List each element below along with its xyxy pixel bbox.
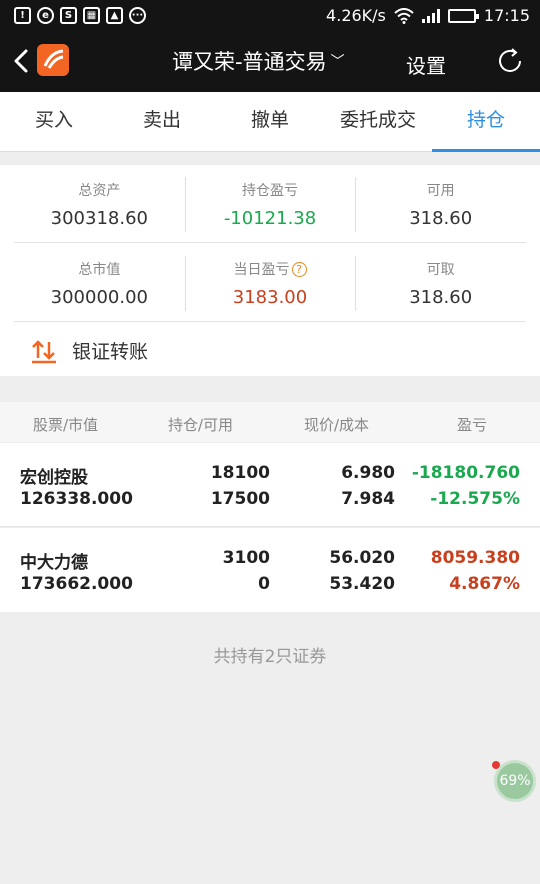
withdrawable-value: 318.60 [409,287,473,308]
wifi-icon [394,7,414,24]
back-icon[interactable] [12,48,30,74]
col-price-cost: 现价/成本 [304,416,370,434]
stock-pnl-pct: -12.575% [430,489,520,509]
bank-transfer-button[interactable]: 银证转账 [30,337,148,364]
battery-icon [447,8,479,23]
stock-position: 18100 [210,463,270,483]
image-icon: ▲ [106,7,123,24]
withdrawable-label: 可取 [426,262,455,278]
table-row[interactable]: 宏创控股 126338.000 18100 17500 6.980 7.984 … [0,443,540,527]
available-funds: 可用 318.60 [355,165,526,242]
help-icon[interactable]: ? [291,262,307,277]
table-row[interactable]: 中大力德 173662.000 3100 0 56.020 53.420 805… [0,528,540,612]
stock-price: 56.020 [329,548,395,568]
daily-pnl-value: 3183.00 [232,287,308,308]
position-pnl: 持仓盈亏 -10121.38 [184,165,356,242]
available-value: 318.60 [409,208,473,229]
stock-position: 3100 [222,548,270,568]
stock-price: 6.980 [341,463,395,483]
alert-icon: ! [14,7,31,24]
chevron-down-icon: ﹀ [330,54,345,70]
stock-pnl: 8059.380 [430,548,520,568]
stock-pnl: -18180.760 [411,463,520,483]
tab-positions[interactable]: 持仓 [432,92,540,152]
market-value: 总市值 300000.00 [14,244,185,321]
sync-icon: e [37,7,54,24]
tab-cancel-order[interactable]: 撤单 [216,92,324,151]
s-app-icon: S [60,7,77,24]
col-stock: 股票/市值 [33,416,99,434]
page-title: 谭又荣-普通交易 [172,50,327,74]
col-pnl: 盈亏 [457,416,488,434]
grid-app-icon: ▦ [83,7,100,24]
position-pnl-label: 持仓盈亏 [242,183,298,199]
stock-cost: 7.984 [341,489,395,509]
app-header: 谭又荣-普通交易 ﹀ 设置 [0,32,540,92]
account-selector[interactable]: 谭又荣-普通交易 ﹀ [172,46,345,76]
stock-market-value: 173662.000 [20,574,133,594]
refresh-icon[interactable] [495,46,525,76]
withdrawable-funds: 可取 318.60 [355,244,526,321]
market-value-value: 300000.00 [50,287,148,308]
account-summary: 总资产 300318.60 持仓盈亏 -10121.38 可用 318.60 总… [0,165,540,376]
total-assets: 总资产 300318.60 [14,165,185,242]
available-label: 可用 [426,183,455,199]
bank-transfer-label: 银证转账 [72,341,149,363]
holdings-count: 共持有2只证券 [213,647,327,667]
stock-name: 中大力德 [20,553,88,573]
total-assets-label: 总资产 [78,183,121,199]
tab-buy[interactable]: 买入 [0,92,108,151]
stock-name: 宏创控股 [20,468,88,488]
signal-icon [421,8,440,23]
stock-market-value: 126338.000 [20,489,133,509]
stock-cost: 53.420 [329,574,395,594]
tab-sell[interactable]: 卖出 [108,92,216,151]
notification-icons: ! e S ▦ ▲ ··· [14,7,146,24]
daily-pnl: 当日盈亏? 3183.00 [184,244,356,321]
stock-available: 0 [258,574,270,594]
transfer-icon [32,339,56,363]
floating-memory-badge[interactable]: 69% [494,760,536,802]
status-bar: ! e S ▦ ▲ ··· 4.26K/s 17:15 [0,0,540,32]
clock: 17:15 [483,6,530,25]
position-pnl-value: -10121.38 [223,208,317,229]
stock-available: 17500 [210,489,270,509]
app-logo-icon [37,44,69,76]
network-speed: 4.26K/s [326,6,386,25]
holdings-header: 股票/市值 持仓/可用 现价/成本 盈亏 [0,402,540,442]
market-value-label: 总市值 [78,262,121,278]
more-icon: ··· [129,7,146,24]
trade-tabs: 买入 卖出 撤单 委托成交 持仓 [0,92,540,152]
daily-pnl-label: 当日盈亏 [233,262,290,278]
total-assets-value: 300318.60 [50,208,148,229]
tab-orders-fills[interactable]: 委托成交 [324,92,432,151]
settings-button[interactable]: 设置 [406,50,446,79]
stock-pnl-pct: 4.867% [449,574,520,594]
col-position: 持仓/可用 [168,416,234,434]
